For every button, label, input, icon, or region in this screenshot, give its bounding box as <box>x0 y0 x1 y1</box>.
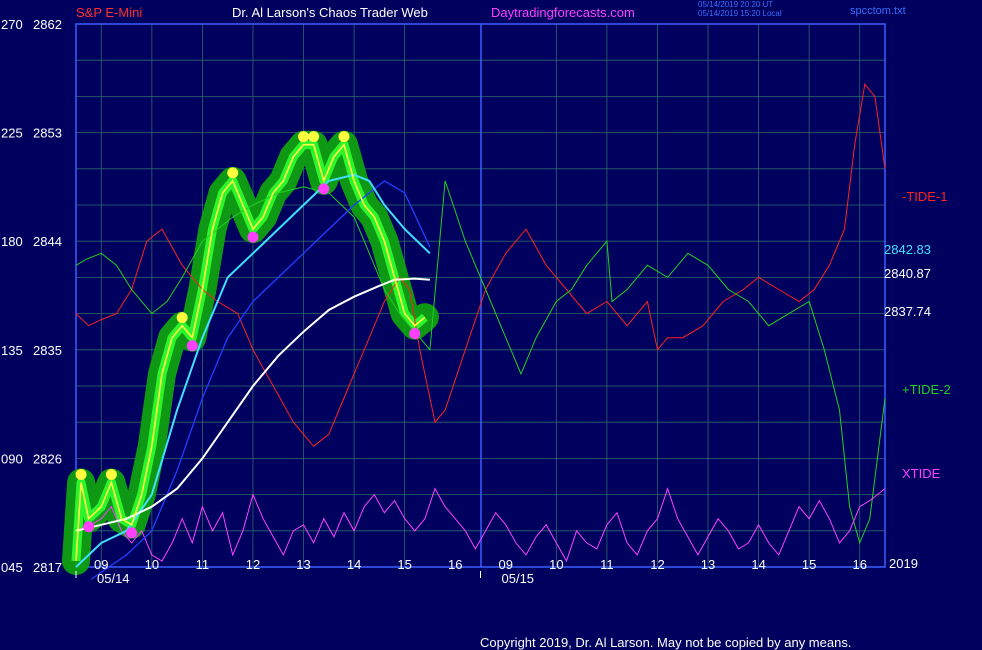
y-tick-price: 2853 <box>33 126 62 141</box>
x-tick-label: 09 <box>499 557 513 572</box>
year-label: 2019 <box>889 556 918 571</box>
x-tick-label: 10 <box>549 557 563 572</box>
label-xtide: XTIDE <box>902 466 941 481</box>
y-tick-index: 135 <box>1 343 23 358</box>
x-tick-label: 16 <box>448 557 462 572</box>
high-dot <box>308 131 320 143</box>
low-dot <box>409 328 421 340</box>
high-dot <box>298 131 310 143</box>
x-tick-label: 14 <box>347 557 361 572</box>
label-ema_fast: 2842.83 <box>884 242 931 257</box>
high-dot <box>105 469 117 481</box>
instrument-title: S&P E-Mini <box>76 5 142 20</box>
x-tick-label: 09 <box>94 557 108 572</box>
y-tick-index: 180 <box>1 234 23 249</box>
x-tick-label: 14 <box>751 557 765 572</box>
x-tick-label: 15 <box>397 557 411 572</box>
high-dot <box>338 131 350 143</box>
x-tick-label: 11 <box>196 557 210 572</box>
x-tick-label: 15 <box>802 557 816 572</box>
x-tick-label: 16 <box>852 557 866 572</box>
high-dot <box>227 167 239 179</box>
date-label: 05/14 <box>97 571 130 586</box>
date-label: 05/15 <box>502 571 535 586</box>
y-tick-price: 2835 <box>33 343 62 358</box>
label-tide2: +TIDE-2 <box>902 382 951 397</box>
low-dot <box>247 231 259 243</box>
label-tide1: -TIDE-1 <box>902 189 948 204</box>
y-tick-price: 2862 <box>33 17 62 32</box>
high-dot <box>176 312 188 324</box>
chaos-trader-chart: 270 2862 225 2853 180 2844 135 2835 090 2826 045 28… <box>0 0 982 650</box>
y-tick-index: 045 <box>1 560 23 575</box>
chart-background <box>0 0 982 650</box>
y-tick-price: 2844 <box>33 234 62 249</box>
y-tick-price: 2817 <box>33 560 62 575</box>
site-url: Daytradingforecasts.com <box>491 5 635 20</box>
timestamp-ut: 05/14/2019 20:20 UT <box>698 0 773 9</box>
copyright: Copyright 2019, Dr. Al Larson. May not b… <box>480 635 851 650</box>
site-title: Dr. Al Larson's Chaos Trader Web <box>232 5 428 20</box>
low-dot <box>318 183 330 195</box>
y-tick-index: 090 <box>1 451 23 466</box>
x-tick-label: 12 <box>246 557 260 572</box>
label-ema_slow: 2840.87 <box>884 266 931 281</box>
low-dot <box>83 521 95 533</box>
y-tick-index: 225 <box>1 126 23 141</box>
high-dot <box>75 469 87 481</box>
low-dot <box>186 340 198 352</box>
x-tick-label: 10 <box>145 557 159 572</box>
x-tick-label: 13 <box>296 557 310 572</box>
x-tick-label: 13 <box>701 557 715 572</box>
y-tick-price: 2826 <box>33 451 62 466</box>
timestamp-local: 05/14/2019 15:20 Local <box>698 9 782 18</box>
x-tick-label: 11 <box>600 557 614 572</box>
x-tick-label: 12 <box>650 557 664 572</box>
low-dot <box>126 527 138 539</box>
label-price: 2837.74 <box>884 304 931 319</box>
y-tick-index: 270 <box>1 17 23 32</box>
data-file: spcctom.txt <box>850 5 906 17</box>
